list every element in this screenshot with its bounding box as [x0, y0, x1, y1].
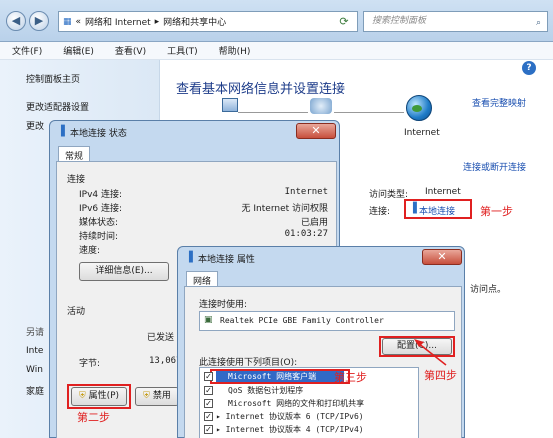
breadcrumb-network-internet[interactable]: 网络和 Internet	[85, 15, 151, 28]
local-connection-icon: ▐	[409, 203, 417, 214]
adapter-field: ▣ Realtek PCIe GBE Family Controller	[199, 311, 455, 331]
list-item[interactable]: ▸ Internet 协议版本 4 (TCP/IPv4)	[216, 424, 364, 435]
search-input[interactable]: 搜索控制面板 ⌕	[363, 11, 548, 32]
step2-annotation: 第二步	[77, 411, 110, 424]
full-map-link[interactable]: 查看完整映射	[472, 96, 526, 109]
connect-disconnect-link[interactable]: 连接或断开连接	[463, 160, 526, 173]
list-item-selected[interactable]: Microsoft 网络客户端	[216, 371, 344, 382]
step4-arrow	[414, 339, 447, 366]
forward-button[interactable]: ▶	[29, 11, 49, 31]
connection-label: 连接:	[369, 207, 391, 217]
step4-annotation: 第四步	[424, 369, 457, 382]
item-arrow-icon: ▸	[216, 412, 226, 421]
network-icon	[310, 98, 332, 114]
search-icon[interactable]: ⌕	[536, 14, 541, 33]
close-button[interactable]: ✕	[296, 123, 336, 139]
item-checkbox[interactable]: ✓	[204, 372, 213, 381]
media-state-label: 媒体状态:	[79, 218, 119, 228]
connect-using-label: 连接时使用:	[199, 300, 248, 310]
media-state-value: 已启用	[300, 218, 328, 228]
back-button[interactable]: ◀	[6, 11, 26, 31]
access-type-label: 访问类型:	[369, 190, 409, 200]
item-checkbox[interactable]: ✓	[204, 386, 213, 395]
sidebar-item-adapter-settings[interactable]: 更改适配器设置	[26, 100, 89, 113]
globe-icon	[406, 95, 432, 121]
search-placeholder: 搜索控制面板	[372, 16, 427, 26]
network-folder-icon: ▦	[63, 16, 72, 27]
access-point-text: 访问点。	[470, 285, 507, 295]
list-item[interactable]: Microsoft 网络的文件和打印机共享	[228, 398, 364, 409]
item-checkbox[interactable]: ✓	[204, 412, 213, 421]
close-button[interactable]: ✕	[422, 249, 462, 265]
shield-icon: ⛨	[143, 391, 150, 401]
step1-annotation: 第一步	[480, 205, 513, 218]
details-button[interactable]: 详细信息(E)...	[79, 262, 169, 281]
properties-button-label: 属性(P)	[88, 391, 120, 401]
menu-file[interactable]: 文件(F)	[12, 44, 42, 57]
status-dialog-title: 本地连接 状态	[70, 129, 127, 139]
sidebar-item-homegroup[interactable]: 家庭	[26, 384, 44, 397]
sidebar-item-internet-options[interactable]: Inte	[26, 346, 43, 356]
items-list: ✓ Microsoft 网络客户端 ✓ QoS 数据包计划程序 ✓ Micros…	[199, 367, 419, 438]
item-arrow-icon: ▸	[216, 425, 226, 434]
menu-tools[interactable]: 工具(T)	[167, 44, 198, 57]
address-sep: «	[75, 16, 82, 27]
item-label: Internet 协议版本 4 (TCP/IPv4)	[225, 425, 364, 434]
bytes-label: 字节:	[79, 359, 101, 369]
item-checkbox[interactable]: ✓	[204, 399, 213, 408]
local-connection-link[interactable]: 本地连接	[419, 204, 455, 217]
ipv4-label: IPv4 连接:	[79, 190, 123, 200]
refresh-icon[interactable]: ⟳	[335, 13, 353, 30]
see-also-heading: 另请	[26, 328, 45, 338]
menu-edit[interactable]: 编辑(E)	[63, 44, 94, 57]
disable-button-label: 禁用	[152, 391, 171, 401]
properties-dialog-title: 本地连接 属性	[198, 255, 255, 265]
menu-view[interactable]: 查看(V)	[115, 44, 146, 57]
list-item[interactable]: ▸ Internet 协议版本 6 (TCP/IPv6)	[216, 411, 364, 422]
map-line	[238, 112, 308, 113]
page-title: 查看基本网络信息并设置连接	[176, 82, 346, 97]
sidebar-item-change[interactable]: 更改	[26, 119, 44, 132]
title-bar: ◀ ▶ ▦ « 网络和 Internet ▸ 网络和共享中心 ⟳ 搜索控制面板 …	[0, 0, 553, 42]
ipv6-label: IPv6 连接:	[79, 204, 123, 214]
sent-label: 已发送	[147, 333, 175, 343]
properties-button[interactable]: ⛨ 属性(P)	[71, 387, 127, 406]
access-type-value: Internet	[425, 187, 461, 197]
item-label: Microsoft 网络客户端	[228, 372, 317, 381]
activity-group-label: 活动	[67, 307, 86, 317]
speed-label: 速度:	[79, 246, 101, 256]
breadcrumb-arrow-icon: ▸	[154, 16, 160, 27]
connection-icon: ▐	[57, 126, 65, 137]
menu-bar: 文件(F) 编辑(E) 查看(V) 工具(T) 帮助(H)	[0, 42, 553, 60]
map-line	[334, 112, 404, 113]
ipv6-value: 无 Internet 访问权限	[241, 204, 328, 214]
connection-group-label: 连接	[67, 175, 86, 185]
help-icon[interactable]: ?	[522, 61, 536, 75]
ipv4-value: Internet	[284, 187, 328, 197]
adapter-name: Realtek PCIe GBE Family Controller	[220, 316, 384, 325]
item-label: Internet 协议版本 6 (TCP/IPv6)	[225, 412, 364, 421]
disable-button[interactable]: ⛨ 禁用	[135, 387, 179, 406]
duration-label: 持续时间:	[79, 232, 119, 242]
item-checkbox[interactable]: ✓	[204, 425, 213, 434]
computer-icon	[222, 98, 238, 112]
menu-help[interactable]: 帮助(H)	[219, 44, 251, 57]
sidebar-item-home[interactable]: 控制面板主页	[26, 72, 80, 85]
step3-annotation: 第三步	[334, 371, 367, 384]
list-item[interactable]: QoS 数据包计划程序	[228, 385, 303, 396]
connection-icon: ▐	[185, 252, 193, 263]
internet-label: Internet	[404, 128, 440, 138]
network-card-icon: ▣	[204, 315, 213, 325]
breadcrumb-sharing-center[interactable]: 网络和共享中心	[163, 15, 226, 28]
shield-icon: ⛨	[78, 391, 86, 401]
duration-value: 01:03:27	[284, 229, 328, 239]
address-bar[interactable]: ▦ « 网络和 Internet ▸ 网络和共享中心	[58, 11, 358, 32]
sidebar-item-windows-firewall[interactable]: Win	[26, 365, 43, 375]
